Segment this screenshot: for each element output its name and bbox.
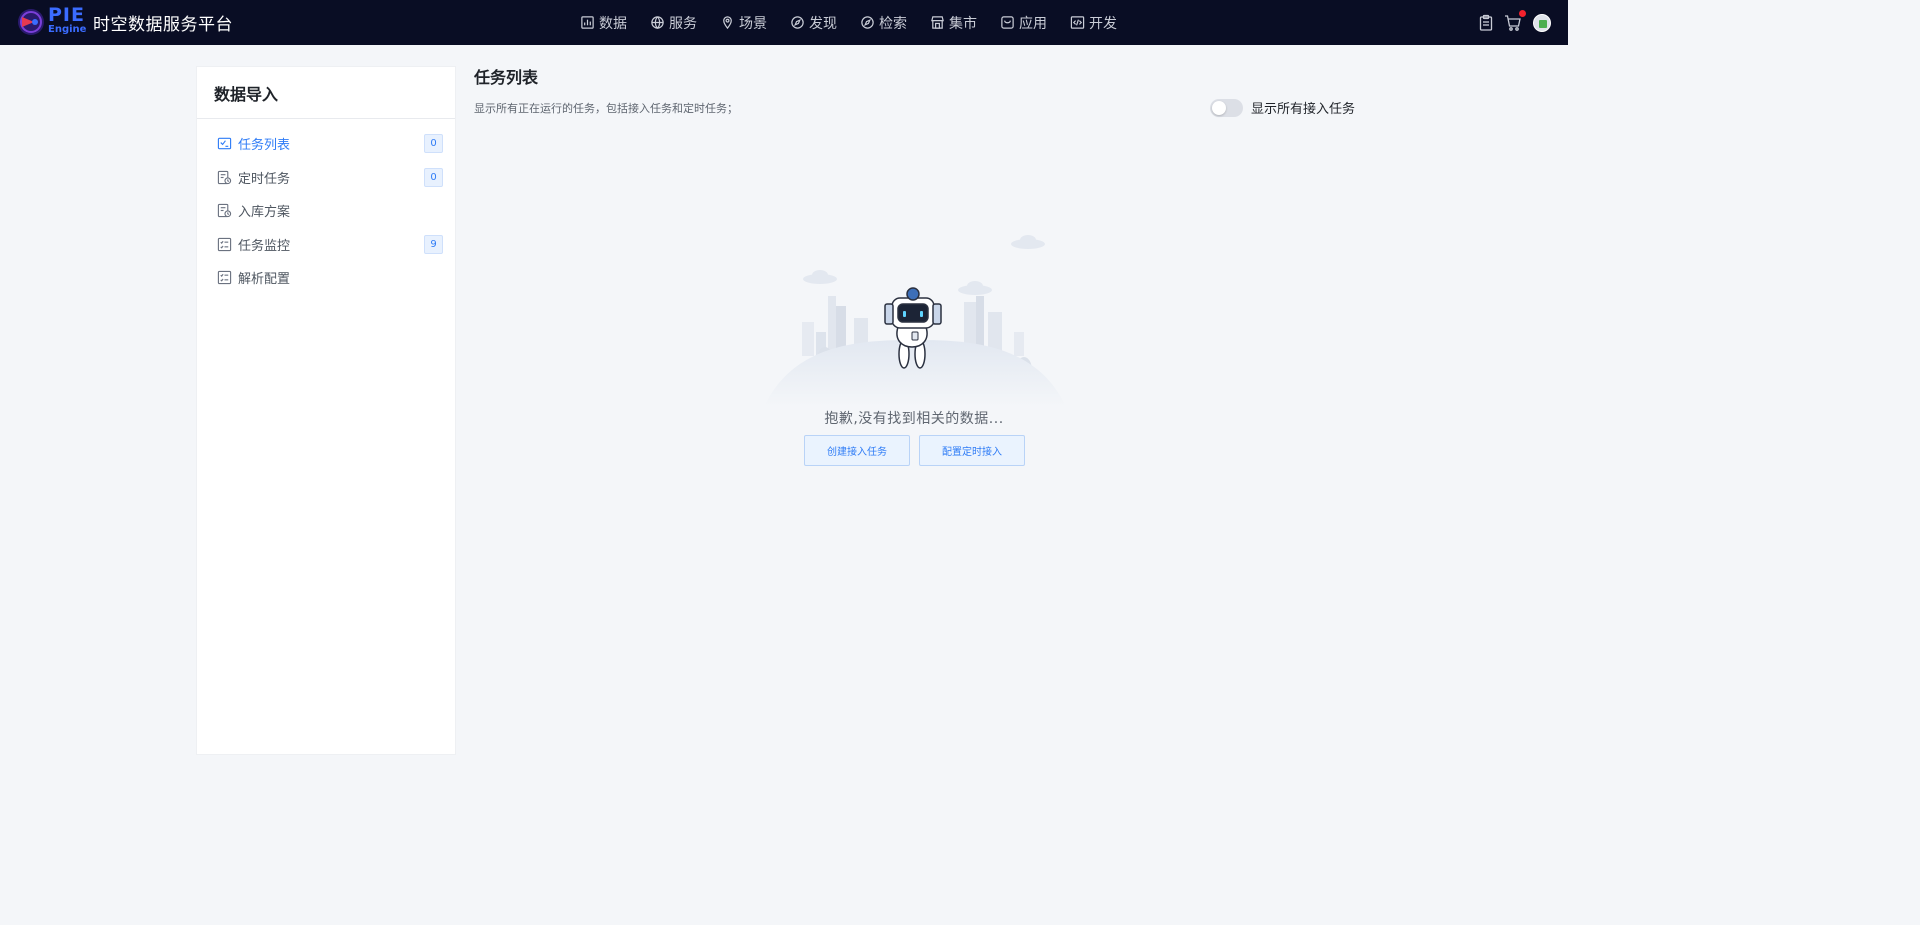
- nav-item-discover[interactable]: 发现: [790, 13, 837, 33]
- sidebar-item-scheduled-tasks[interactable]: 定时任务 0: [197, 161, 455, 195]
- task-monitor-icon: [217, 237, 232, 251]
- sidebar-item-label: 任务列表: [238, 138, 291, 154]
- sidebar-item-label: 入库方案: [238, 205, 291, 221]
- nav-item-scene[interactable]: 场景: [720, 13, 767, 33]
- notification-dot: [1519, 9, 1526, 17]
- empty-actions: 创建接入任务 配置定时接入: [804, 435, 1034, 466]
- nav-item-label: 应用: [1019, 15, 1047, 32]
- globe-icon: [651, 16, 664, 29]
- page-description: 显示所有正在运行的任务，包括接入任务和定时任务；: [474, 102, 738, 115]
- nav-item-label: 发现: [809, 15, 837, 32]
- page-title: 任务列表: [474, 68, 539, 87]
- empty-robot-illustration: [764, 235, 1066, 407]
- toggle-switch[interactable]: [1210, 98, 1243, 117]
- count-badge: 0: [424, 167, 443, 187]
- nav-item-label: 数据: [599, 15, 627, 32]
- nav-item-data[interactable]: 数据: [580, 13, 627, 33]
- empty-message: 抱歉,没有找到相关的数据...: [824, 411, 1004, 427]
- store-icon: [931, 16, 944, 29]
- sidebar-item-parse-config[interactable]: 解析配置: [197, 261, 455, 295]
- compass-icon: [791, 16, 804, 29]
- count-badge: 9: [424, 234, 443, 254]
- cart-button[interactable]: [1504, 9, 1526, 32]
- code-icon: [1070, 16, 1085, 29]
- nav-item-label: 检索: [879, 15, 907, 32]
- app-icon: [1001, 16, 1014, 29]
- task-list-icon: [217, 138, 232, 150]
- location-pin-icon: [723, 16, 732, 30]
- logo-wordmark: PIE Engine: [48, 4, 86, 37]
- logo-pie-text: PIE: [48, 4, 85, 26]
- nav-item-search[interactable]: 检索: [860, 13, 907, 33]
- sidebar: 数据导入 任务列表 0 定时任务 0 入库方案 任务监控 9 解析配置: [196, 66, 456, 755]
- clipboard-button[interactable]: [1477, 14, 1495, 32]
- main-nav: 数据 服务 场景 发现 检索 集市 应用 开发: [580, 0, 1140, 45]
- storage-plan-icon: [217, 204, 232, 218]
- nav-item-develop[interactable]: 开发: [1070, 13, 1117, 33]
- nav-item-service[interactable]: 服务: [650, 13, 697, 33]
- app-title: 时空数据服务平台: [93, 14, 233, 35]
- brand[interactable]: PIE Engine 时空数据服务平台: [16, 4, 233, 37]
- avatar[interactable]: [1533, 13, 1551, 32]
- toggle-knob: [1212, 100, 1226, 115]
- scheduled-task-icon: [217, 170, 232, 184]
- search-compass-icon: [861, 16, 874, 29]
- bar-chart-icon: [581, 16, 594, 29]
- parse-config-icon: [217, 271, 232, 285]
- nav-item-label: 集市: [949, 15, 977, 32]
- logo-engine-text: Engine: [48, 24, 87, 35]
- top-right-actions: [1477, 0, 1568, 45]
- clipboard-icon: [1479, 14, 1493, 31]
- nav-item-market[interactable]: 集市: [930, 13, 977, 33]
- configure-scheduled-import-button[interactable]: 配置定时接入: [919, 435, 1025, 466]
- sidebar-item-label: 任务监控: [238, 238, 291, 254]
- logo-icon: [18, 9, 44, 35]
- nav-item-label: 开发: [1089, 15, 1117, 32]
- sidebar-item-task-monitor[interactable]: 任务监控 9: [197, 228, 455, 262]
- nav-item-label: 服务: [669, 15, 697, 32]
- nav-item-apps[interactable]: 应用: [1000, 13, 1047, 33]
- sidebar-item-label: 解析配置: [238, 272, 291, 288]
- empty-state: 抱歉,没有找到相关的数据... 创建接入任务 配置定时接入: [764, 232, 1066, 472]
- sidebar-header: 数据导入: [197, 67, 455, 119]
- count-badge: 0: [424, 134, 443, 153]
- sidebar-item-task-list[interactable]: 任务列表 0: [197, 127, 455, 161]
- sidebar-menu: 任务列表 0 定时任务 0 入库方案 任务监控 9 解析配置: [197, 119, 455, 295]
- sidebar-title: 数据导入: [214, 84, 279, 104]
- sidebar-item-label: 定时任务: [238, 171, 291, 187]
- toggle-label: 显示所有接入任务: [1251, 102, 1356, 117]
- create-import-task-button[interactable]: 创建接入任务: [804, 435, 910, 466]
- top-navbar: PIE Engine 时空数据服务平台 数据 服务 场景 发现 检索 集市 应用…: [0, 0, 1568, 45]
- show-all-tasks-toggle[interactable]: 显示所有接入任务: [1210, 98, 1355, 117]
- sidebar-item-storage-plan[interactable]: 入库方案: [197, 194, 455, 228]
- nav-item-label: 场景: [739, 15, 767, 32]
